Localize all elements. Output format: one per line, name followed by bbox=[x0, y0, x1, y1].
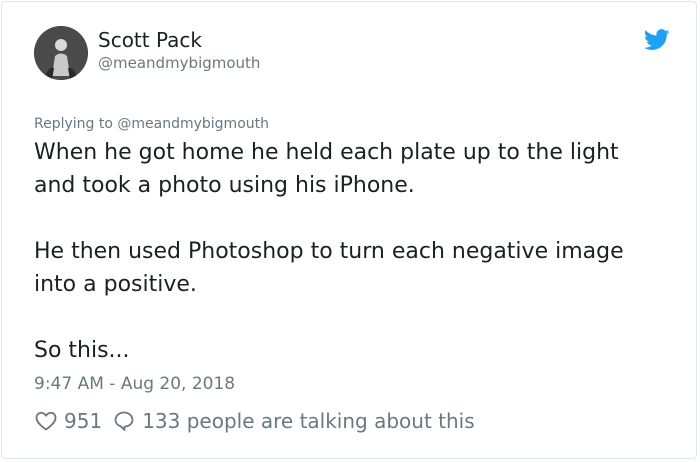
speech-bubble-icon[interactable] bbox=[112, 409, 136, 433]
author-name[interactable]: Scott Pack bbox=[98, 27, 202, 53]
tweet-actions: 951 133 people are talking about this bbox=[34, 407, 475, 435]
heart-icon[interactable] bbox=[34, 409, 58, 433]
tweet-paragraph: So this... bbox=[34, 338, 130, 363]
tweet-text: When he got home he held each plate up t… bbox=[34, 136, 664, 367]
replying-to[interactable]: Replying to @meandmybigmouth bbox=[34, 115, 269, 133]
twitter-bird-icon[interactable] bbox=[644, 29, 670, 51]
avatar-photo bbox=[34, 26, 88, 80]
tweet-paragraph: When he got home he held each plate up t… bbox=[34, 140, 619, 198]
tweet-timestamp[interactable]: 9:47 AM - Aug 20, 2018 bbox=[34, 372, 235, 396]
avatar[interactable] bbox=[34, 26, 88, 80]
author-handle[interactable]: @meandmybigmouth bbox=[98, 53, 260, 73]
tweet-paragraph: He then used Photoshop to turn each nega… bbox=[34, 239, 624, 297]
tweet-card: Scott Pack @meandmybigmouth Replying to … bbox=[1, 1, 697, 459]
talking-about-link[interactable]: 133 people are talking about this bbox=[142, 409, 474, 433]
like-count[interactable]: 951 bbox=[64, 409, 102, 433]
